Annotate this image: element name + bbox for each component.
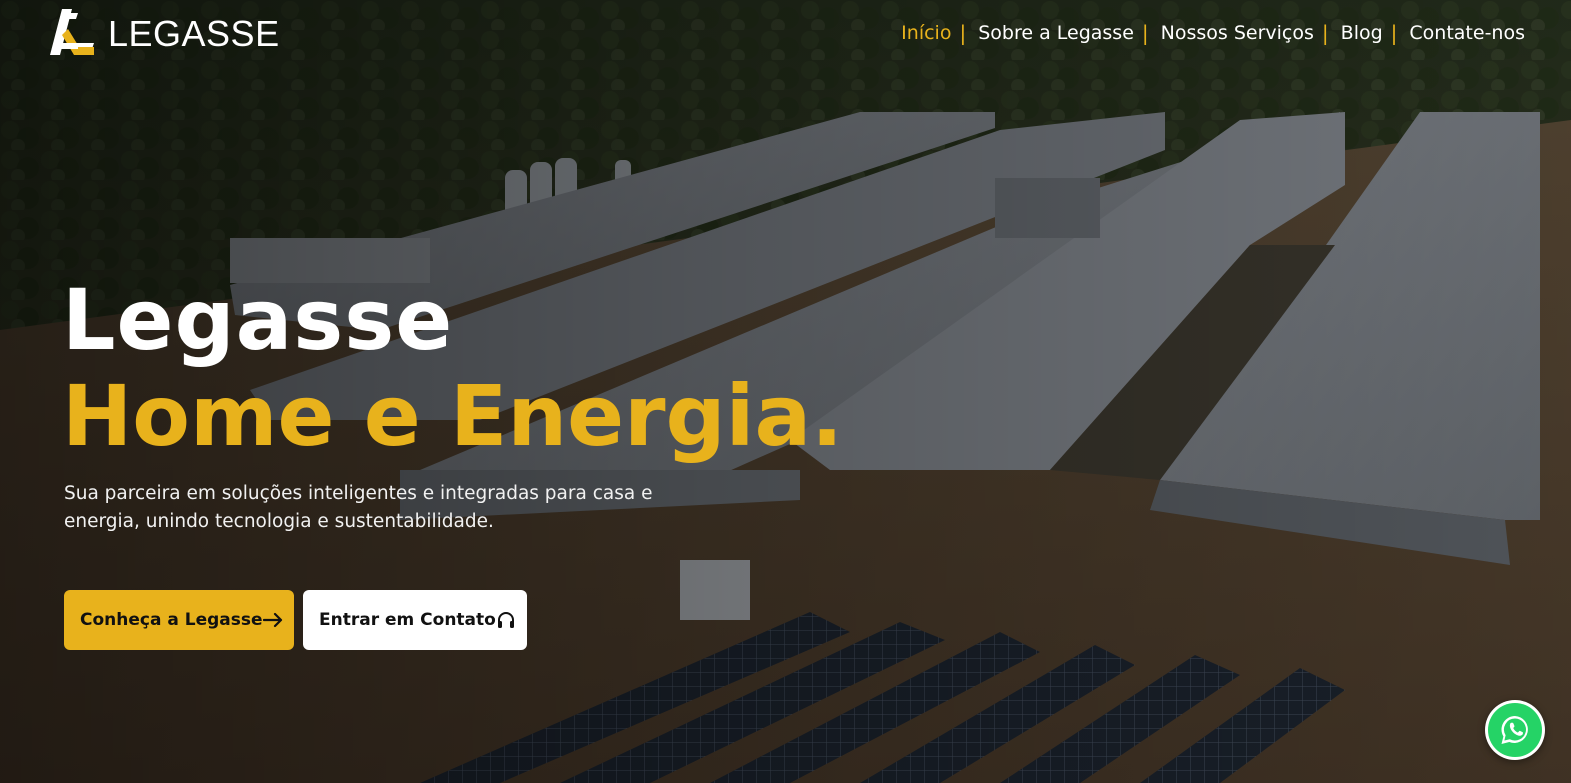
nav-separator: | (959, 21, 967, 45)
whatsapp-button[interactable] (1485, 700, 1545, 760)
hero-title: Legasse (62, 271, 454, 369)
hero-subtitle: Sua parceira em soluções inteligentes e … (64, 483, 653, 532)
arrow-right-icon (262, 612, 283, 628)
entrar-em-contato-label: Entrar em Contato (319, 610, 496, 630)
nav-item-sobre[interactable]: Sobre a Legasse (978, 22, 1134, 44)
nav-separator: | (1390, 21, 1398, 45)
main-nav: Início | Sobre a Legasse | Nossos Serviç… (901, 18, 1525, 48)
nav-item-contato[interactable]: Contate-nos (1409, 22, 1525, 44)
nav-separator: | (1141, 21, 1149, 45)
nav-item-blog[interactable]: Blog (1341, 22, 1383, 44)
brand-name: LEGASSE (108, 13, 280, 54)
brand-logo[interactable]: LEGASSE (48, 8, 280, 60)
conheca-legasse-label: Conheça a Legasse (80, 610, 263, 630)
whatsapp-icon (1488, 703, 1542, 757)
nav-item-inicio[interactable]: Início (901, 22, 951, 44)
conheca-legasse-button[interactable]: Conheça a Legasse (64, 590, 294, 650)
nav-separator: | (1321, 21, 1329, 45)
headphones-icon (496, 611, 516, 629)
hero-title-highlight: Home e Energia. (62, 367, 844, 465)
entrar-em-contato-button[interactable]: Entrar em Contato (303, 590, 527, 650)
nav-item-servicos[interactable]: Nossos Serviços (1161, 22, 1314, 44)
legasse-logo-mark-icon (48, 7, 96, 61)
